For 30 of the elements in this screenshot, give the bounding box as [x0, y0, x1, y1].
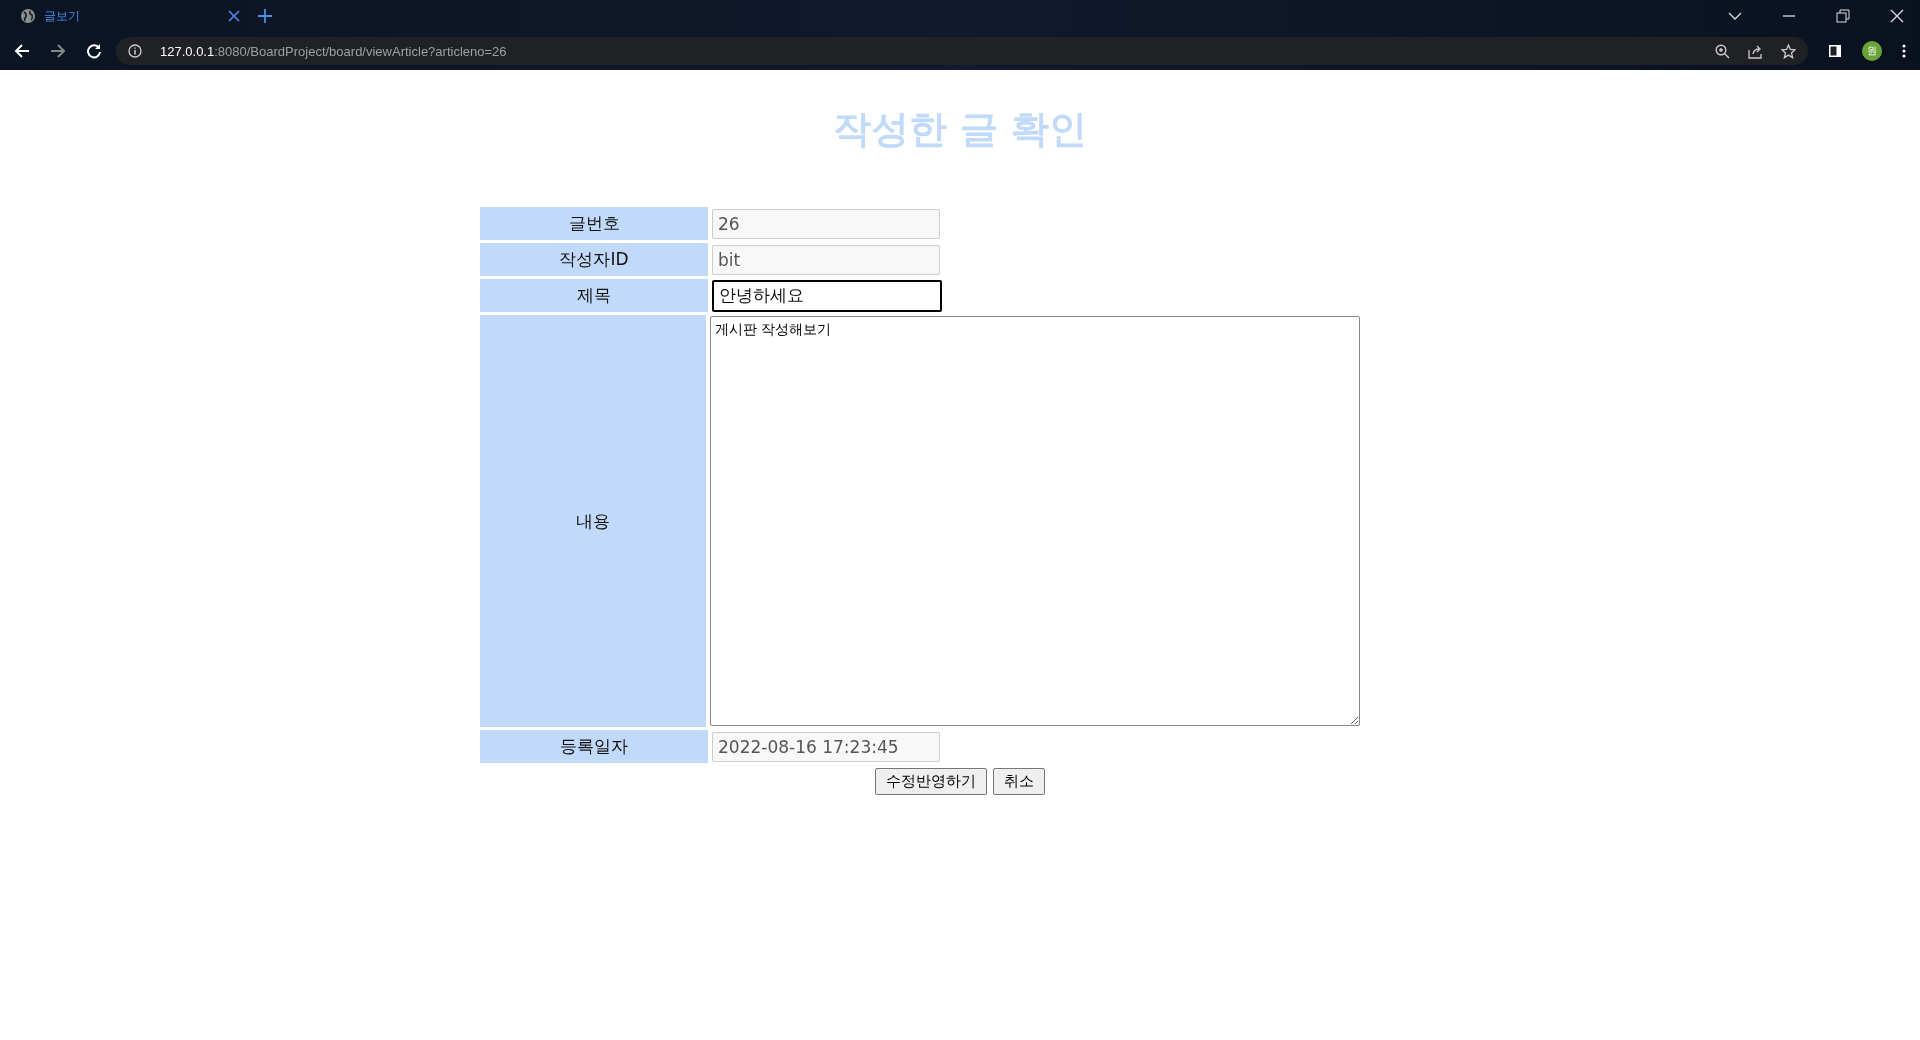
field-label: 글번호 [480, 207, 708, 240]
plus-icon[interactable] [258, 9, 272, 23]
forward-arrow-icon[interactable] [50, 43, 66, 59]
restore-icon[interactable] [1836, 9, 1850, 23]
address-bar[interactable]: 127.0.0.1:8080/BoardProject/board/viewArticle?articleno=26 [116, 37, 1808, 65]
close-icon[interactable] [228, 10, 240, 22]
input-field[interactable]: 2022-08-16 17:23:45 [712, 731, 940, 762]
input-field[interactable]: bit [712, 244, 940, 275]
star-icon[interactable] [1781, 43, 1796, 59]
url-text: 127.0.0.1:8080/BoardProject/board/viewArticle?articleno=26 [160, 43, 507, 59]
form-button[interactable]: 취소 [993, 768, 1045, 795]
globe-icon [20, 8, 36, 24]
page-heading: 작성한 글 확인 [832, 106, 1088, 153]
chevron-down-icon[interactable] [1728, 11, 1742, 21]
reload-icon[interactable] [86, 43, 102, 59]
kebab-menu-icon[interactable] [1902, 44, 1906, 58]
browser-tab[interactable]: 글보기 [20, 7, 240, 25]
field-label: 제목 [480, 279, 708, 312]
zoom-icon[interactable] [1715, 43, 1730, 59]
field-label: 등록일자 [480, 730, 708, 763]
info-icon [128, 44, 142, 58]
share-icon[interactable] [1748, 43, 1763, 59]
form-button[interactable]: 수정반영하기 [875, 768, 987, 795]
field-label: 내용 [480, 315, 706, 727]
back-arrow-icon[interactable] [14, 43, 30, 59]
input-field[interactable]: 26 [712, 208, 940, 239]
field-label: 작성자ID [480, 243, 708, 276]
side-panel-icon[interactable] [1828, 44, 1842, 58]
input-field[interactable]: 안녕하세요 [712, 279, 942, 312]
content-textarea[interactable]: 게시판 작성해보기 [710, 316, 1360, 726]
